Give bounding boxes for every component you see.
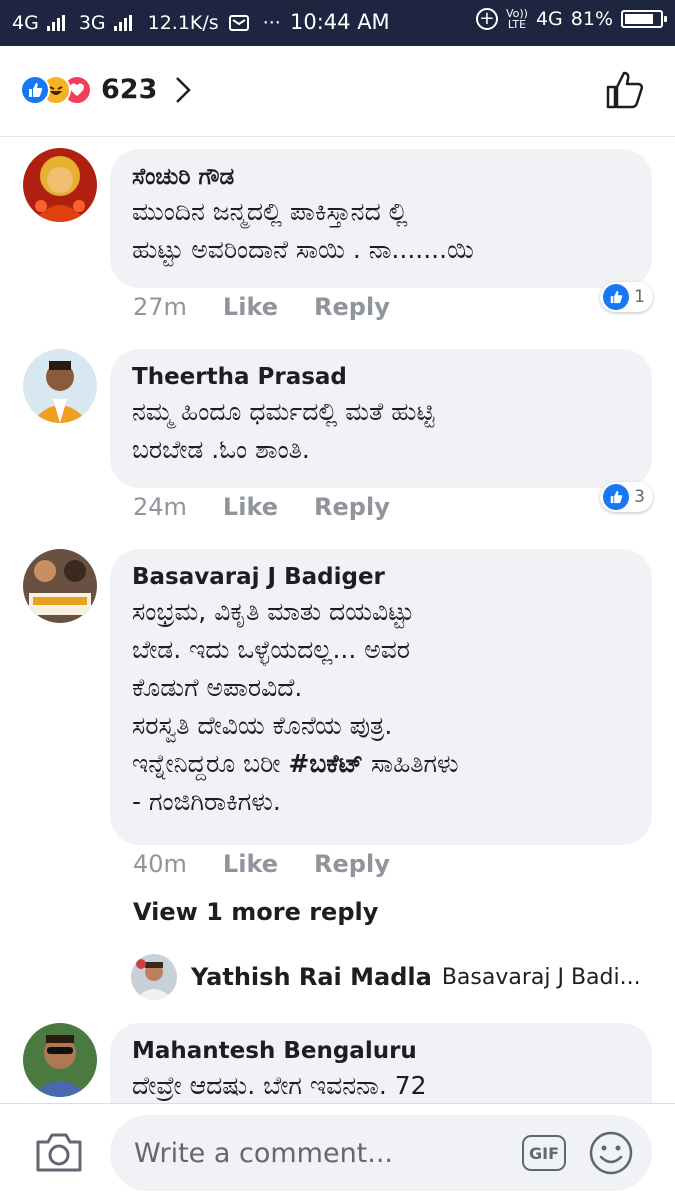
reply-author-name[interactable]: Yathish Rai Madla xyxy=(191,963,432,991)
battery-percent: 81% xyxy=(570,8,613,30)
comment-text: ನಮ್ಮ ಹಿಂದೂ ಧರ್ಮದಲ್ಲಿ ಮತೆ ಹುಟ್ಟಿ ಬರಬೇಡ .ಓ… xyxy=(132,397,435,464)
avatar[interactable] xyxy=(131,954,177,1000)
like-button-icon[interactable] xyxy=(605,70,645,110)
like-icon xyxy=(603,484,630,510)
like-count: 3 xyxy=(634,487,645,507)
avatar[interactable] xyxy=(23,349,97,423)
comment-text: ದೇವ್ರೇ ಆದಷು. ಬೇಗ ಇವನನಾ. 72 xyxy=(132,1071,427,1100)
reply-snippet: Basavaraj J Badi... xyxy=(441,964,641,990)
network-label-4g-right: 4G xyxy=(535,8,563,30)
commenter-name[interactable]: ಸೆಂಚುರಿ ಗೌಡ xyxy=(132,161,630,193)
like-icon xyxy=(603,284,630,310)
comment-time: 27m xyxy=(133,293,187,321)
like-link[interactable]: Like xyxy=(223,293,278,321)
chevron-right-icon[interactable] xyxy=(175,76,192,104)
comment-text: ಮುಂದಿನ ಜನ್ಮದಲ್ಲಿ ಪಾಕಿಸ್ತಾನದ ಲ್ಲಿ ಹುಟ್ಟು … xyxy=(132,197,474,264)
status-bar: 4G 3G 12.1K/s ··· 10:44 AM + Vo)) LTE 4G… xyxy=(0,0,675,46)
reply-link[interactable]: Reply xyxy=(314,293,390,321)
reply-link[interactable]: Reply xyxy=(314,850,390,878)
reaction-summary[interactable]: 623 xyxy=(20,74,192,105)
commenter-name[interactable]: Theertha Prasad xyxy=(132,361,630,393)
comment-like-count[interactable]: 1 xyxy=(600,282,653,312)
comment-meta: 24m Like Reply xyxy=(133,493,390,521)
comment-input[interactable] xyxy=(132,1129,496,1177)
comment-time: 40m xyxy=(133,850,187,878)
comment-composer-bar: GIF xyxy=(0,1103,675,1201)
volte-bottom: LTE xyxy=(507,18,527,31)
reactions-header: 623 xyxy=(0,46,675,137)
avatar[interactable] xyxy=(23,148,97,222)
hashtag-link[interactable]: #ಬಕೆಟ್ xyxy=(288,749,363,778)
clock: 10:44 AM xyxy=(290,10,390,34)
like-count: 1 xyxy=(634,287,645,307)
mail-icon xyxy=(228,15,249,31)
camera-icon[interactable] xyxy=(34,1130,84,1174)
comment-bubble[interactable]: Theertha Prasad ನಮ್ಮ ಹಿಂದೂ ಧರ್ಮದಲ್ಲಿ ಮತೆ… xyxy=(110,349,652,488)
avatar[interactable] xyxy=(23,1023,97,1097)
volte-label: Vo)) LTE xyxy=(506,8,528,30)
view-more-replies-link[interactable]: View 1 more reply xyxy=(133,898,378,926)
comment-bubble[interactable]: ಸೆಂಚುರಿ ಗೌಡ ಮುಂದಿನ ಜನ್ಮದಲ್ಲಿ ಪಾಕಿಸ್ತಾನದ … xyxy=(110,149,652,288)
network-speed: 12.1K/s xyxy=(147,12,219,34)
battery-fill xyxy=(625,14,653,24)
signal-icon xyxy=(46,15,65,31)
status-right: + Vo)) LTE 4G 81% xyxy=(475,8,667,30)
signal-icon-2 xyxy=(113,15,132,31)
comment-time: 24m xyxy=(133,493,187,521)
reply-preview[interactable]: Yathish Rai Madla Basavaraj J Badi... xyxy=(131,954,641,1000)
like-icon xyxy=(20,74,50,105)
status-left: 4G 3G 12.1K/s ··· xyxy=(12,12,281,34)
data-saver-icon: + xyxy=(475,8,498,30)
gif-button[interactable]: GIF xyxy=(522,1135,566,1171)
comment-meta: 27m Like Reply xyxy=(133,293,390,321)
like-link[interactable]: Like xyxy=(223,850,278,878)
avatar[interactable] xyxy=(23,549,97,623)
comment-text: ಸಂಭ್ರಮ, ವಿಕೃತಿ ಮಾತು ದಯವಿಟ್ಟು ಬೇಡ. ಇದು ಒಳ… xyxy=(132,593,630,821)
commenter-name[interactable]: Basavaraj J Badiger xyxy=(132,561,630,593)
comment-meta: 40m Like Reply xyxy=(133,850,390,878)
comment-bubble[interactable]: Basavaraj J Badiger ಸಂಭ್ರಮ, ವಿಕೃತಿ ಮಾತು … xyxy=(110,549,652,845)
reaction-count: 623 xyxy=(101,74,158,105)
comment-like-count[interactable]: 3 xyxy=(600,482,653,512)
more-dots: ··· xyxy=(262,12,281,34)
battery-icon xyxy=(621,10,667,28)
network-label-4g: 4G xyxy=(12,12,39,34)
emoji-icon[interactable] xyxy=(588,1130,634,1176)
network-label-3g: 3G xyxy=(78,12,106,34)
commenter-name[interactable]: Mahantesh Bengaluru xyxy=(132,1035,630,1067)
comment-composer[interactable]: GIF xyxy=(110,1115,652,1191)
like-link[interactable]: Like xyxy=(223,493,278,521)
reply-link[interactable]: Reply xyxy=(314,493,390,521)
